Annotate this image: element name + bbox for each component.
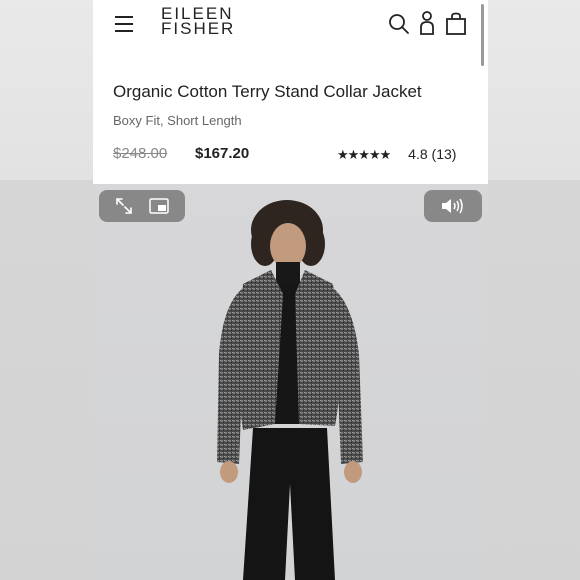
product-page: EILEEN FISHER Organic Cotton Terry Stand… (93, 0, 488, 580)
product-video[interactable] (93, 184, 488, 580)
top-nav: EILEEN FISHER (93, 0, 488, 66)
speaker-volume-icon[interactable] (440, 197, 466, 215)
product-subtitle: Boxy Fit, Short Length (113, 113, 242, 128)
hamburger-menu-icon[interactable] (115, 16, 133, 32)
account-icon[interactable] (419, 10, 435, 36)
scrollbar[interactable] (481, 4, 484, 66)
rating-value: 4.8 (408, 146, 428, 162)
picture-in-picture-icon[interactable] (149, 198, 169, 214)
volume-control[interactable] (424, 190, 482, 222)
product-title: Organic Cotton Terry Stand Collar Jacket (113, 82, 422, 101)
expand-arrows-icon[interactable] (115, 197, 133, 215)
brand-line-2: FISHER (161, 19, 236, 38)
rating-summary[interactable]: ★★★★★ 4.8 (13) (337, 146, 456, 163)
review-count: (13) (431, 146, 457, 162)
search-icon[interactable] (387, 12, 411, 36)
product-model-image (217, 200, 363, 580)
rating-stars: ★★★★★ (337, 147, 391, 162)
brand-logo[interactable]: EILEEN FISHER (161, 5, 236, 38)
sale-price: $167.20 (195, 145, 250, 162)
shopping-bag-icon[interactable] (445, 12, 467, 36)
original-price: $248.00 (113, 145, 168, 162)
video-controls-left (99, 190, 185, 222)
